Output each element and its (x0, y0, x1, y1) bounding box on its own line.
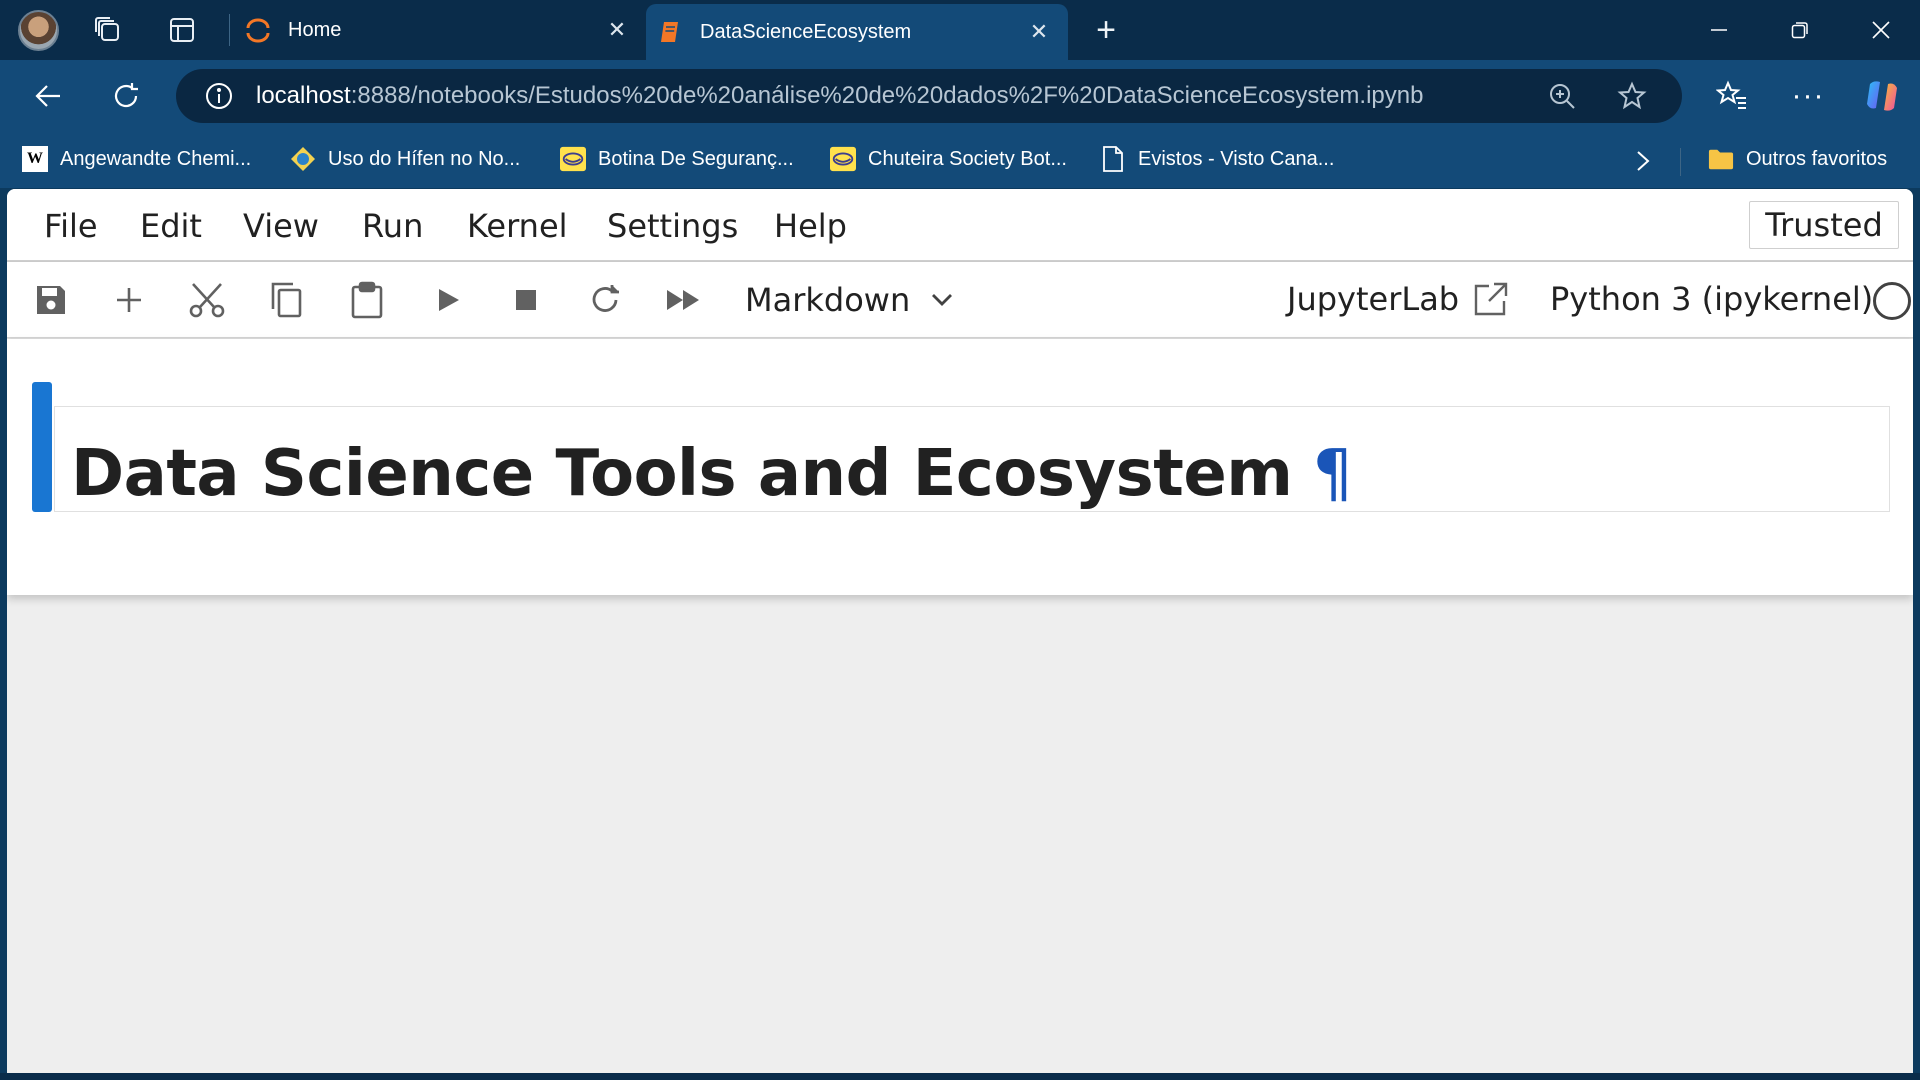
copilot-icon[interactable] (1862, 76, 1902, 116)
kernel-name[interactable]: Python 3 (ipykernel) (1550, 276, 1873, 322)
folder-icon (1708, 146, 1734, 172)
menu-help[interactable]: Help (774, 207, 847, 245)
new-tab-button[interactable]: + (1086, 11, 1126, 49)
globe-icon (290, 146, 316, 172)
markdown-cell[interactable]: Data Science Tools and Ecosystem ¶ (54, 406, 1890, 512)
notebook-page: File Edit View Run Kernel Settings Help … (7, 189, 1913, 1073)
bookmark-label: Angewandte Chemi... (60, 147, 252, 170)
bookmark-label: Evistos - Visto Cana... (1138, 147, 1335, 170)
cell-type-select[interactable]: Markdown (745, 278, 954, 322)
cell-selection-bar[interactable] (32, 382, 52, 512)
zoom-icon[interactable] (1542, 76, 1582, 116)
copy-icon[interactable] (263, 277, 309, 323)
bookmark-hifen[interactable]: Uso do Hífen no No... (290, 141, 520, 177)
run-all-icon[interactable] (661, 277, 707, 323)
menu-kernel[interactable]: Kernel (467, 207, 568, 245)
favorite-star-icon[interactable] (1612, 76, 1652, 116)
cut-icon[interactable] (184, 277, 230, 323)
notebook-icon (656, 18, 684, 46)
bookmark-angewandte[interactable]: W Angewandte Chemi... (22, 141, 251, 177)
restart-icon[interactable] (582, 277, 628, 323)
stop-icon[interactable] (503, 277, 549, 323)
add-cell-icon[interactable] (106, 277, 152, 323)
bookmark-botina[interactable]: Botina De Seguranç... (560, 141, 794, 177)
menu-view[interactable]: View (243, 207, 319, 245)
page-icon (1100, 146, 1126, 172)
jupyter-menu-bar: File Edit View Run Kernel Settings Help … (7, 189, 1913, 262)
menu-run[interactable]: Run (362, 207, 423, 245)
store-icon (560, 146, 586, 172)
favorites-icon[interactable] (1712, 76, 1752, 116)
bookmarks-divider (1680, 148, 1681, 176)
other-favorites[interactable]: Outros favoritos (1708, 141, 1887, 177)
paste-icon[interactable] (344, 277, 390, 323)
browser-tab-bar: Home ✕ DataScienceEcosystem ✕ + (0, 0, 1920, 60)
anchor-link[interactable]: ¶ (1312, 437, 1353, 511)
tab-notebook[interactable]: DataScienceEcosystem ✕ (646, 4, 1068, 60)
tab-home[interactable]: Home ✕ (234, 0, 646, 60)
bookmark-label: Botina De Seguranç... (598, 147, 794, 170)
chevron-down-icon (930, 292, 954, 308)
tab-home-label: Home (288, 18, 342, 41)
window-bottom-edge (0, 1073, 1920, 1080)
close-icon[interactable]: ✕ (1022, 15, 1056, 49)
open-in-jupyterlab-link[interactable]: JupyterLab (1287, 276, 1509, 322)
notebook-panel: Data Science Tools and Ecosystem ¶ (7, 339, 1913, 595)
bookmark-chuteira[interactable]: Chuteira Society Bot... (830, 141, 1067, 177)
jupyter-icon (244, 16, 272, 44)
restore-icon[interactable] (1776, 8, 1824, 52)
store-icon (830, 146, 856, 172)
tab-notebook-label: DataScienceEcosystem (700, 20, 912, 43)
save-icon[interactable] (28, 277, 74, 323)
menu-edit[interactable]: Edit (140, 207, 202, 245)
profile-avatar[interactable] (18, 10, 59, 51)
wiley-icon: W (22, 146, 48, 172)
cell-type-value: Markdown (745, 281, 911, 319)
window-close-icon[interactable] (1857, 8, 1905, 52)
url-text[interactable]: localhost:8888/notebooks/Estudos%20de%20… (256, 82, 1542, 110)
bookmark-evistos[interactable]: Evistos - Visto Cana... (1100, 141, 1334, 177)
kernel-idle-status-icon (1873, 282, 1911, 320)
url-bar[interactable]: localhost:8888/notebooks/Estudos%20de%20… (176, 69, 1682, 123)
refresh-icon[interactable] (106, 76, 146, 116)
trusted-indicator[interactable]: Trusted (1749, 201, 1899, 249)
notebook-toolbar: Markdown JupyterLab Python 3 (ipykernel) (7, 262, 1913, 338)
workspaces-icon[interactable] (88, 10, 128, 50)
heading-text: Data Science Tools and Ecosystem (71, 437, 1293, 511)
other-favorites-label: Outros favoritos (1746, 147, 1888, 170)
back-arrow-icon[interactable] (28, 76, 68, 116)
close-icon[interactable]: ✕ (600, 13, 634, 47)
menu-settings[interactable]: Settings (607, 207, 738, 245)
jupyterlab-label: JupyterLab (1287, 280, 1460, 318)
bookmark-label: Uso do Hífen no No... (328, 147, 521, 170)
external-link-icon (1473, 281, 1509, 317)
browser-address-bar: localhost:8888/notebooks/Estudos%20de%20… (0, 60, 1920, 130)
chevron-right-icon[interactable] (1628, 146, 1658, 176)
cell-heading: Data Science Tools and Ecosystem ¶ (71, 437, 1353, 511)
minimize-icon[interactable] (1695, 8, 1743, 52)
tab-separator (229, 14, 230, 46)
info-icon[interactable] (204, 81, 234, 111)
vertical-tabs-icon[interactable] (162, 10, 202, 50)
run-icon[interactable] (425, 277, 471, 323)
menu-file[interactable]: File (44, 207, 98, 245)
bookmarks-bar: W Angewandte Chemi... Uso do Hífen no No… (0, 130, 1920, 188)
more-options-icon[interactable]: ··· (1788, 76, 1828, 116)
bookmark-label: Chuteira Society Bot... (868, 147, 1067, 170)
